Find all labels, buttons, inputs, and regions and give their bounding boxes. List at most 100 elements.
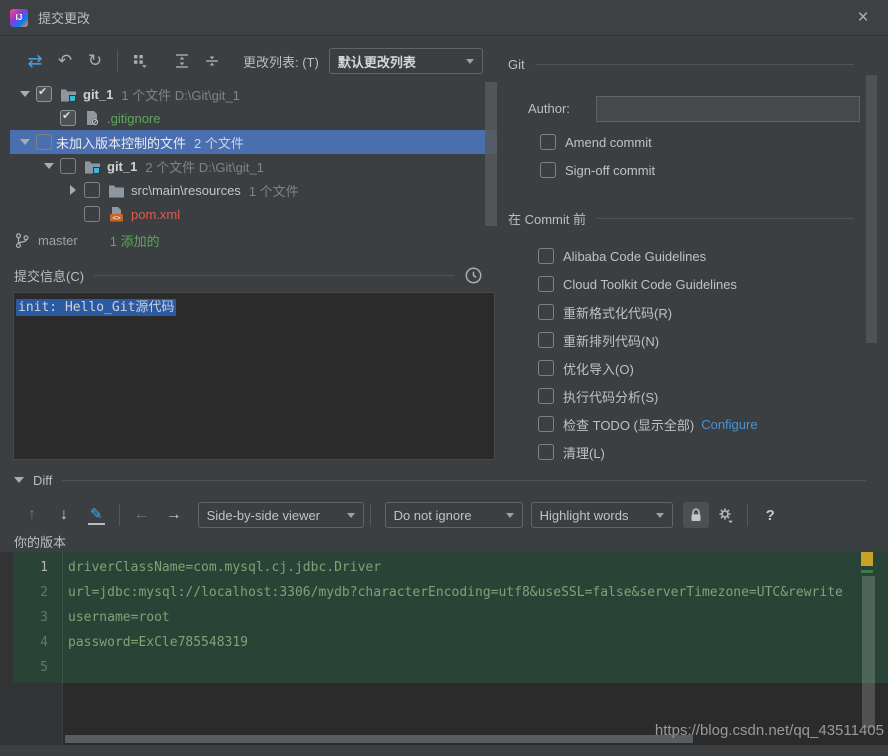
help-icon[interactable]: ? [766,507,775,524]
divider [119,504,120,526]
checkbox[interactable] [84,206,100,222]
module-folder-icon [81,159,103,174]
divider [62,480,866,481]
tree-row[interactable]: src\main\resources1 个文件 [10,178,497,202]
checkbox[interactable] [538,248,554,264]
option-label: Amend commit [565,135,652,150]
gear-icon[interactable] [711,502,741,528]
divider [117,50,118,72]
close-icon[interactable]: × [852,7,874,29]
code-text: password=ExCle785548319 [62,635,248,650]
ignore-selected-value: Do not ignore [394,508,472,523]
checkbox[interactable] [540,162,556,178]
divider [535,64,854,65]
configure-link[interactable]: Configure [701,417,757,432]
changelist-select[interactable]: 默认更改列表 [329,48,483,74]
edit-pencil-icon[interactable]: ✎ [88,505,105,525]
title-bar: IJ 提交更改 × [0,0,888,36]
checkbox[interactable] [540,134,556,150]
before-commit-title: 在 Commit 前 [508,209,586,228]
version-label: 你的版本 [14,532,66,551]
checkbox[interactable] [36,134,52,150]
highlight-selected-value: Highlight words [540,508,629,523]
option-label: 清理(L) [563,443,605,462]
highlight-mode-select[interactable]: Highlight words [531,502,673,528]
group-by-icon[interactable] [125,48,155,74]
module-folder-icon [57,87,79,102]
previous-change-icon[interactable]: ↑ [16,506,48,524]
changed-lines-marker [861,552,873,566]
line-number: 1 [13,560,62,575]
ignored-file-icon [81,110,103,126]
checkbox[interactable] [538,276,554,292]
tree-row[interactable]: <>pom.xml [10,202,497,226]
chevron-down-icon [656,513,664,518]
added-count: 1 添加的 [110,231,160,250]
lock-icon[interactable] [683,502,709,528]
commit-message-input[interactable]: init: Hello_Git源代码 [13,292,495,460]
tree-item-label: git_1 [83,87,113,102]
divider [370,504,371,526]
tree-row[interactable]: git_11 个文件 D:\Git\git_1 [10,82,497,106]
checkbox[interactable] [36,86,52,102]
checkbox[interactable] [538,388,554,404]
typo-underline: mydb [318,585,349,600]
refresh-icon[interactable]: ↻ [80,48,110,74]
right-panel-scrollbar[interactable] [866,75,877,343]
rollback-icon[interactable]: ↶ [50,48,80,74]
option-label: 重新排列代码(N) [563,331,659,350]
before-commit-list: Alibaba Code Guidelines Cloud Toolkit Cod… [538,242,758,466]
history-clock-icon[interactable] [464,266,483,285]
chevron-down-icon[interactable] [14,477,24,483]
jump-forward-icon[interactable]: → [158,506,190,524]
next-change-icon[interactable]: ↓ [48,506,80,524]
ignore-policy-select[interactable]: Do not ignore [385,502,523,528]
added-lines-marker [861,570,873,573]
checkbox[interactable] [538,416,554,432]
jump-back-icon[interactable]: ← [126,506,158,524]
checkbox[interactable] [60,158,76,174]
before-commit-option: Cloud Toolkit Code Guidelines [538,270,758,298]
intellij-logo-icon: IJ [10,9,28,27]
viewer-select[interactable]: Side-by-side viewer [198,502,364,528]
editor-horizontal-scrollbar[interactable] [65,735,693,743]
checkbox[interactable] [538,332,554,348]
commit-message-label: 提交信息(C) [14,266,84,285]
author-label: Author: [528,101,570,116]
tree-row[interactable]: git_12 个文件 D:\Git\git_1 [10,154,497,178]
checkbox[interactable] [538,444,554,460]
chevron-down-icon[interactable] [38,163,60,169]
move-to-another-changelist-icon[interactable]: ⇄ [20,48,50,74]
checkbox[interactable] [538,360,554,376]
indent [14,118,38,119]
branch-name: master [38,233,78,248]
changelist-label: 更改列表: (T) [243,52,319,71]
signoff-commit-option: Sign-off commit [540,158,655,182]
chevron-down-icon [506,513,514,518]
editor-vertical-scrollbar[interactable] [862,576,875,728]
before-commit-option: Alibaba Code Guidelines [538,242,758,270]
collapse-all-icon[interactable] [197,48,227,74]
checkbox[interactable] [538,304,554,320]
before-commit-option: 检查 TODO (显示全部)Configure [538,410,758,438]
diff-section-header: Diff [14,468,876,492]
tree-row[interactable]: .gitignore [10,106,497,130]
tree-item-suffix: 2 个文件 [194,133,244,152]
author-input[interactable] [596,96,860,122]
chevron-down-icon[interactable] [14,139,36,145]
line-number: 4 [13,635,62,650]
diff-editor[interactable]: 1driverClassName=com.mysql.cj.jdbc.Drive… [0,552,888,745]
checkbox[interactable] [84,182,100,198]
option-label: Cloud Toolkit Code Guidelines [563,277,737,292]
tree-scrollbar[interactable] [485,82,497,226]
window-title: 提交更改 [38,8,90,27]
tree-row[interactable]: 未加入版本控制的文件2 个文件 [10,130,497,154]
chevron-down-icon[interactable] [14,91,36,97]
code-text: username=root [62,610,170,625]
expand-all-icon[interactable] [167,48,197,74]
amend-commit-option: Amend commit [540,130,652,154]
chevron-right-icon[interactable] [62,185,84,195]
indent [14,190,62,191]
divider [94,275,454,276]
checkbox[interactable] [60,110,76,126]
